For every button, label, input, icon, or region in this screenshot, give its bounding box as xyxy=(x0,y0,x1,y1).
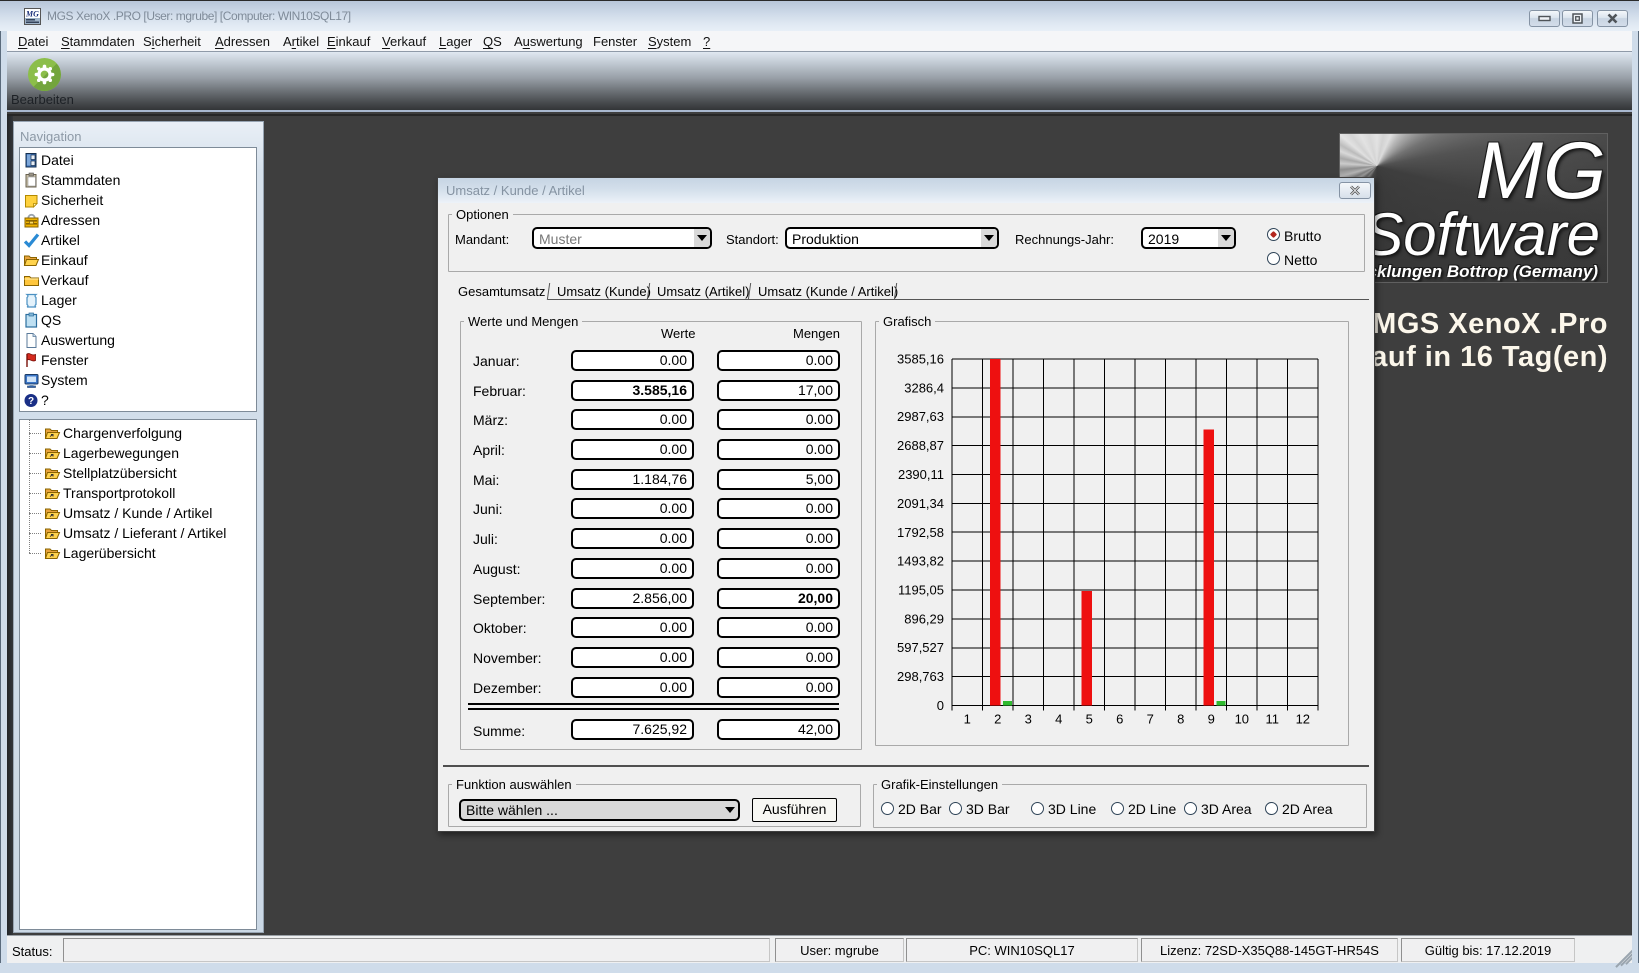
svg-text:1493,82: 1493,82 xyxy=(897,554,944,569)
svg-text:2: 2 xyxy=(994,712,1001,727)
svg-text:9: 9 xyxy=(1208,712,1215,727)
svg-text:MG: MG xyxy=(25,10,39,19)
svg-text:2688,87: 2688,87 xyxy=(897,438,944,453)
svg-text:7: 7 xyxy=(1147,712,1154,727)
svg-text:1: 1 xyxy=(964,712,971,727)
svg-text:597,527: 597,527 xyxy=(897,640,944,655)
svg-text:1792,58: 1792,58 xyxy=(897,525,944,540)
svg-text:298,763: 298,763 xyxy=(897,669,944,684)
svg-text:1195,05: 1195,05 xyxy=(898,583,944,598)
svg-text:8: 8 xyxy=(1177,712,1184,727)
svg-text:12: 12 xyxy=(1296,712,1310,727)
svg-text:6: 6 xyxy=(1116,712,1123,727)
svg-text:4: 4 xyxy=(1055,712,1062,727)
svg-text:2390,11: 2390,11 xyxy=(898,467,944,482)
svg-text:2091,34: 2091,34 xyxy=(897,496,944,511)
svg-text:5: 5 xyxy=(1086,712,1093,727)
svg-text:11: 11 xyxy=(1265,712,1279,727)
svg-text:3585,16: 3585,16 xyxy=(897,352,944,367)
svg-text:10: 10 xyxy=(1235,712,1249,727)
svg-text:?: ? xyxy=(28,396,34,407)
svg-text:2987,63: 2987,63 xyxy=(897,409,944,424)
svg-text:896,29: 896,29 xyxy=(904,611,944,626)
svg-text:3286,4: 3286,4 xyxy=(904,380,944,395)
svg-text:3: 3 xyxy=(1025,712,1032,727)
svg-text:0: 0 xyxy=(937,698,944,713)
